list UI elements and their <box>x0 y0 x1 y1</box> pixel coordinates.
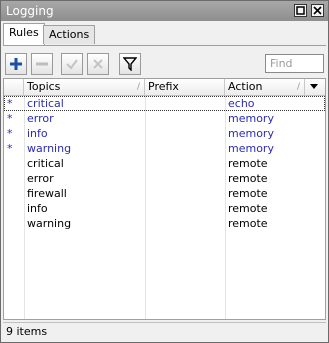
prefix-column-label: Prefix <box>148 80 179 93</box>
close-button[interactable] <box>311 4 324 17</box>
row-topics: warning <box>27 142 72 155</box>
restore-icon <box>296 6 305 15</box>
row-flag: * <box>7 127 13 140</box>
row-flag <box>4 201 24 216</box>
window-title: Logging <box>6 4 54 18</box>
row-action: memory <box>228 112 274 125</box>
action-column-label: Action <box>228 80 263 93</box>
row-topics: firewall <box>27 187 67 200</box>
disable-button[interactable] <box>87 53 109 75</box>
table-row[interactable]: info remote <box>4 201 325 216</box>
table-row[interactable]: firewall remote <box>4 186 325 201</box>
row-prefix <box>145 216 225 231</box>
row-action: memory <box>228 127 274 140</box>
row-flag <box>4 171 24 186</box>
row-action: remote <box>228 172 268 185</box>
dropdown-arrow-icon <box>310 84 318 89</box>
item-count: 9 items <box>6 325 48 338</box>
table-header: Topics / Prefix Action / <box>4 79 325 96</box>
row-action: memory <box>228 142 274 155</box>
sort-icon: / <box>296 82 300 92</box>
row-action: remote <box>228 187 268 200</box>
row-flag: * <box>7 112 13 125</box>
close-icon <box>313 6 322 15</box>
table-row[interactable]: critical remote <box>4 156 325 171</box>
row-action: echo <box>228 97 255 110</box>
prefix-column-header[interactable]: Prefix <box>145 79 225 95</box>
filter-icon <box>123 57 137 71</box>
remove-button[interactable] <box>31 53 53 75</box>
cross-icon <box>93 59 103 69</box>
filter-button[interactable] <box>119 53 141 75</box>
plus-icon <box>10 58 22 70</box>
row-topics: critical <box>27 97 64 110</box>
rules-panel: Topics / Prefix Action / <box>3 45 326 341</box>
table-row[interactable]: warning remote <box>4 216 325 231</box>
enable-button[interactable] <box>61 53 83 75</box>
table-row[interactable]: * warning memory <box>4 141 325 156</box>
add-button[interactable] <box>5 53 27 75</box>
rules-table: Topics / Prefix Action / * critical echo… <box>3 78 326 320</box>
row-prefix <box>145 201 225 216</box>
tab-bar: Rules Actions <box>1 21 328 45</box>
row-prefix <box>145 96 225 111</box>
topics-column-label: Topics <box>27 80 61 93</box>
title-bar[interactable]: Logging <box>1 1 328 21</box>
minus-icon <box>36 62 48 66</box>
row-flag <box>4 156 24 171</box>
table-row[interactable]: * info memory <box>4 126 325 141</box>
row-topics: info <box>27 202 48 215</box>
row-flag <box>4 216 24 231</box>
action-column-header[interactable]: Action / <box>225 79 305 95</box>
row-topics: warning <box>27 217 72 230</box>
sort-icon: / <box>136 82 140 92</box>
row-topics: info <box>27 127 48 140</box>
status-bar: 9 items <box>3 322 326 340</box>
tab-actions[interactable]: Actions <box>43 25 96 44</box>
row-flag: * <box>7 142 13 155</box>
logging-window: Logging Rules Actions Find Topics / Pref… <box>0 0 329 343</box>
row-prefix <box>145 126 225 141</box>
table-row[interactable]: error remote <box>4 171 325 186</box>
row-prefix <box>145 186 225 201</box>
column-menu-button[interactable] <box>305 79 325 95</box>
row-flag <box>4 186 24 201</box>
checkmark-icon <box>66 59 78 70</box>
table-row[interactable]: * error memory <box>4 111 325 126</box>
find-input[interactable] <box>265 54 324 73</box>
row-action: remote <box>228 217 268 230</box>
row-prefix <box>145 111 225 126</box>
restore-button[interactable] <box>294 4 307 17</box>
row-prefix <box>145 141 225 156</box>
row-prefix <box>145 171 225 186</box>
row-topics: error <box>27 112 54 125</box>
row-action: remote <box>228 202 268 215</box>
row-topics: critical <box>27 157 64 170</box>
row-action: remote <box>228 157 268 170</box>
flag-column-header[interactable] <box>4 79 24 95</box>
row-flag: * <box>7 97 13 110</box>
row-prefix <box>145 156 225 171</box>
tab-rules[interactable]: Rules <box>3 23 45 45</box>
table-row[interactable]: * critical echo <box>4 96 325 111</box>
row-topics: error <box>27 172 54 185</box>
topics-column-header[interactable]: Topics / <box>24 79 145 95</box>
